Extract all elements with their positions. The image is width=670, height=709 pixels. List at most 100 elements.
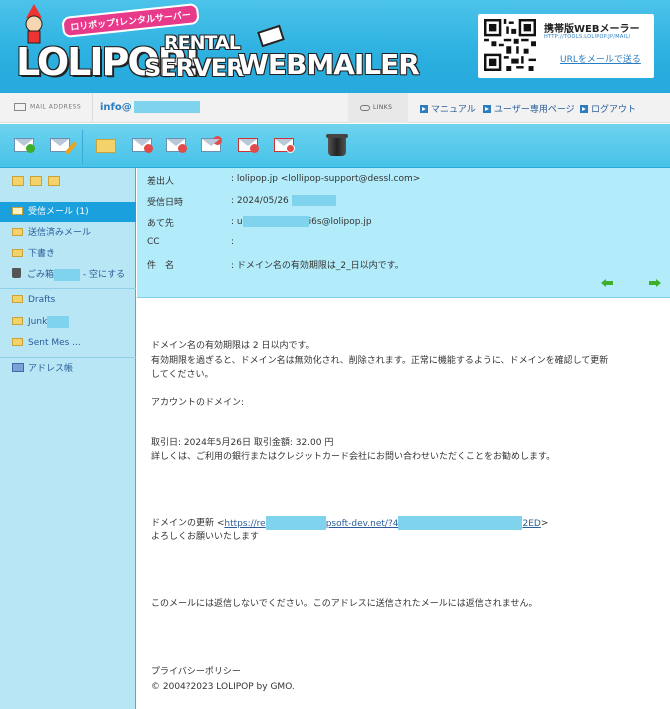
sidebar-item-sent[interactable]: 送信済みメール: [0, 223, 136, 243]
date-text: : 2024/05/26: [231, 196, 289, 206]
sidebar-item-label: 受信メール (1): [28, 207, 89, 217]
sidebar-item-label: アドレス帳: [28, 364, 74, 374]
forward-button[interactable]: [199, 134, 223, 156]
reply-icon: [132, 138, 153, 153]
mobile-webmailer-url: HTTP://TOOLS.LOLIPOP.JP/MAIL/: [544, 34, 631, 40]
sidebar-item-drafts-jp[interactable]: 下書き: [0, 244, 136, 264]
manual-link[interactable]: マニュアル: [420, 102, 476, 115]
qr-code-icon: [484, 19, 536, 71]
add-folder-icon[interactable]: [12, 176, 24, 186]
mail-address-label-text: MAIL ADDRESS: [30, 103, 82, 111]
redacted-block: [133, 101, 200, 113]
body-line: 取引日: 2024年5月26日 取引金額: 32.00 円: [151, 438, 334, 448]
privacy-policy-line: プライバシーポリシー: [151, 667, 241, 677]
renew-domain-line: ドメインの更新 <https://re psoft-dev.net/?4 2ED>: [151, 516, 548, 530]
from-value: : lolipop.jp <lollipop-support@dessl.com…: [231, 174, 421, 184]
block-address-icon: [274, 138, 295, 153]
sidebar-item-sent-messages[interactable]: Sent Mes ...: [0, 333, 136, 353]
sidebar-item-trash[interactable]: ごみ箱 - 空にする: [0, 265, 136, 285]
next-message-icon[interactable]: [649, 278, 661, 288]
logo-rental: RENTAL: [164, 32, 241, 54]
folder-open-icon: [12, 207, 23, 215]
send-url-by-mail-link[interactable]: URLをメールで送る: [560, 52, 641, 65]
address-bar: MAIL ADDRESS info@ LINKS マニュアル ユーザー専用ページ…: [0, 93, 670, 123]
sidebar-item-address-book[interactable]: アドレス帳: [0, 359, 136, 379]
renew-domain-link[interactable]: https://re psoft-dev.net/?4 2ED: [224, 516, 541, 530]
from-label: 差出人: [147, 177, 175, 187]
delete-button[interactable]: [324, 134, 348, 156]
links-label-text: LINKS: [373, 104, 393, 111]
toolbar-divider: [82, 130, 83, 164]
body-line: 有効期限を過ぎると、ドメイン名は無効化され、削除されます。正常に機能するように、…: [151, 356, 609, 366]
user-page-link-label: ユーザー専用ページ: [494, 105, 575, 115]
mobile-webmailer-box: 携帯版WEBメーラー HTTP://TOOLS.LOLIPOP.JP/MAIL/…: [478, 14, 654, 78]
sidebar-item-label: Junk: [28, 317, 48, 327]
to-text-suffix: i6s@lolipop.jp: [308, 217, 372, 227]
subject-value: : ドメイン名の有効期限は_2_日以内です。: [231, 261, 404, 271]
body-line: 詳しくは、ご利用の銀行またはクレジットカード会社にお問い合わせいただくことをお勧…: [151, 452, 556, 462]
previous-message-icon[interactable]: [601, 278, 613, 288]
renew-suffix: >: [540, 518, 549, 529]
sidebar-item-inbox[interactable]: 受信メール (1): [0, 202, 136, 222]
to-value: : u i6s@lolipop.jp: [231, 216, 372, 227]
message-body: ドメイン名の有効期限は 2 日以内です。 有効期限を過ぎると、ドメイン名は無効化…: [137, 299, 670, 709]
sidebar-item-label: 下書き: [28, 249, 56, 259]
new-folder-button[interactable]: [94, 134, 118, 156]
cc-value: :: [231, 237, 235, 247]
sidebar-item-label: Drafts: [28, 295, 56, 305]
sidebar-item-label: Sent Mes ...: [28, 338, 81, 348]
arrow-right-icon: [483, 105, 491, 113]
reply-all-icon: [166, 138, 187, 153]
compose-button[interactable]: [48, 134, 78, 156]
redacted-block: [54, 268, 81, 281]
body-line: ドメイン名の有効期限は 2 日以内です。: [151, 341, 315, 351]
sidebar-item-junk[interactable]: Junk: [0, 312, 136, 332]
to-text-prefix: : u: [231, 217, 243, 227]
toolbar: [0, 124, 670, 168]
mascot-icon: [25, 4, 43, 44]
app-header: ロリポップ!レンタルサーバー LOLIPOP! RENTAL SERVER WE…: [0, 0, 670, 93]
envelope-logo-icon: [257, 24, 285, 48]
logout-link[interactable]: ログアウト: [580, 102, 636, 115]
folder-icon: [96, 139, 116, 153]
divider: [0, 288, 136, 289]
folder-icon: [12, 317, 23, 325]
sidebar: 受信メール (1) 送信済みメール 下書き ごみ箱 - 空にする Drafts …: [0, 168, 136, 709]
add-address-icon: [238, 138, 259, 153]
message-header: 差出人 : lolipop.jp <lollipop-support@dessl…: [137, 168, 670, 298]
mail-address-text: info@: [100, 102, 132, 113]
arrow-right-icon: [420, 105, 428, 113]
renew-prefix: ドメインの更新 <: [151, 518, 225, 529]
new-mail-button[interactable]: [12, 134, 36, 156]
to-label: あて先: [147, 219, 174, 229]
sidebar-item-drafts[interactable]: Drafts: [0, 290, 136, 310]
redacted-block: [291, 195, 336, 206]
links-label-box: LINKS: [348, 93, 408, 123]
reply-button[interactable]: [130, 134, 154, 156]
user-page-link[interactable]: ユーザー専用ページ: [483, 102, 575, 115]
body-line: アカウントのドメイン:: [151, 398, 245, 408]
lolipop-webmailer-logo: ロリポップ!レンタルサーバー LOLIPOP! RENTAL SERVER WE…: [12, 2, 420, 90]
forward-icon: [201, 136, 222, 152]
remove-folder-icon[interactable]: [30, 176, 42, 186]
divider: [0, 357, 136, 358]
folder-icon: [12, 228, 23, 236]
logout-link-label: ログアウト: [591, 105, 637, 115]
links-label: LINKS: [360, 104, 392, 111]
current-mail-address: info@: [100, 101, 200, 113]
new-mail-icon: [14, 138, 35, 153]
reply-all-button[interactable]: [164, 134, 188, 156]
body-line: よろしくお願いいたします: [151, 532, 260, 542]
sidebar-item-label: 送信済みメール: [28, 228, 92, 238]
edit-mail-icon: [50, 138, 78, 155]
redacted-block: [398, 516, 523, 530]
copyright-line: © 2004?2023 LOLIPOP by GMO.: [151, 682, 295, 692]
block-sender-button[interactable]: [272, 134, 296, 156]
redacted-block: [47, 315, 70, 328]
mail-address-label: MAIL ADDRESS: [14, 103, 81, 111]
edit-folder-icon[interactable]: [48, 176, 60, 186]
add-sender-button[interactable]: [236, 134, 260, 156]
empty-trash-link[interactable]: - 空にする: [83, 270, 125, 280]
cc-label: CC: [147, 237, 160, 247]
subject-label: 件 名: [147, 261, 175, 271]
